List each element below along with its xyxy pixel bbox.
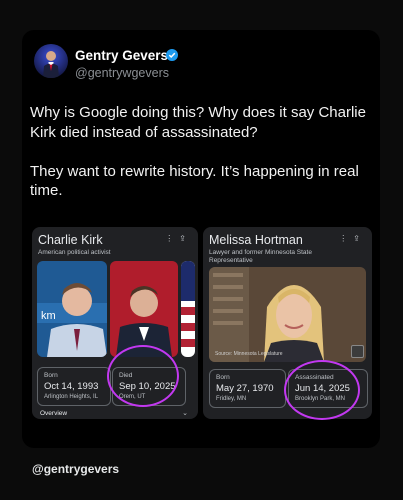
highlight-ring-died [107,345,179,407]
born-fact[interactable]: Born May 27, 1970 Fridley, MN [209,369,286,408]
photo-left-2[interactable] [110,261,178,357]
highlight-ring-assassinated [284,360,360,420]
photo-text: km [41,310,56,322]
panel-subtitle: Lawyer and former Minnesota State Repres… [209,249,312,264]
avatar[interactable] [34,44,68,78]
panel-actions: ⋮⇪ [165,234,192,243]
panel-title: Charlie Kirk [38,233,103,247]
photo-left-3[interactable] [181,261,195,357]
gallery-icon[interactable] [351,345,364,358]
born-place: Arlington Heights, IL [44,394,99,400]
chevron-down-icon[interactable]: ⌄ [182,409,188,417]
tweet-text: Why is Google doing this? Why does it sa… [30,104,366,199]
panel-title: Melissa Hortman [209,233,303,247]
more-vert-icon[interactable]: ⋮ [339,234,353,243]
author-handle[interactable]: @gentrywgevers [75,66,169,80]
born-label: Born [44,372,58,379]
more-vert-icon[interactable]: ⋮ [165,234,179,243]
overview-tab[interactable]: Overview [40,410,67,417]
born-date: May 27, 1970 [216,383,274,394]
author-name[interactable]: Gentry Gevers [75,48,168,63]
photo-credit: Source: Minnesota Legislature [215,351,283,357]
born-label: Born [216,374,230,381]
panel-actions: ⋮⇪ [339,234,366,243]
panel-subtitle: American political activist [38,249,111,256]
photo-right[interactable] [209,267,366,362]
verified-badge-icon [166,49,178,61]
photo-left-1[interactable]: km [37,261,107,357]
born-fact[interactable]: Born Oct 14, 1993 Arlington Heights, IL [37,367,111,406]
share-icon[interactable]: ⇪ [353,234,366,243]
born-date: Oct 14, 1993 [44,381,99,392]
share-icon[interactable]: ⇪ [179,234,192,243]
footer-handle: @gentrygevers [32,462,120,476]
born-place: Fridley, MN [216,396,247,402]
